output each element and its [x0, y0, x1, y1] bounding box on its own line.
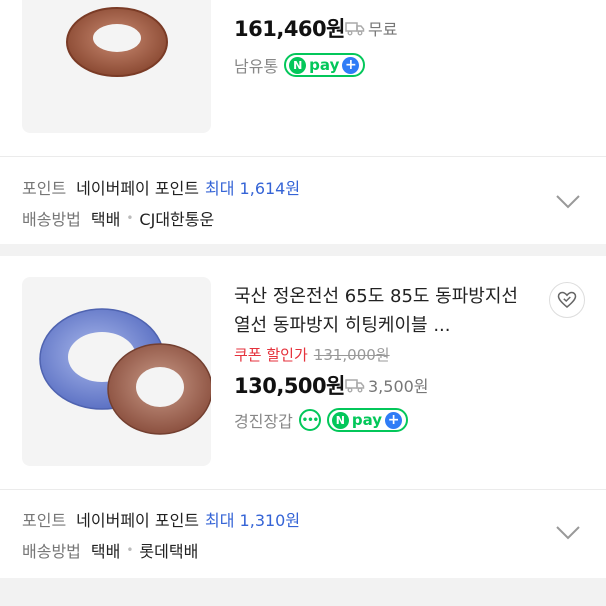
- points-row: 포인트 네이버페이 포인트 최대 1,614원: [22, 179, 301, 198]
- product-title[interactable]: 국산 정온전선 65도 85도 동파방지선 열선 동파방지 히팅케이블 ...: [234, 282, 534, 340]
- product-price: 130,500원: [234, 374, 345, 398]
- product-image[interactable]: [22, 277, 211, 466]
- plus-icon: +: [342, 56, 360, 74]
- seller-name[interactable]: 경진장갑: [234, 408, 293, 432]
- coupon-price-row: 쿠폰 할인가 131,000원: [234, 346, 390, 364]
- truck-icon: [345, 379, 365, 393]
- product-price: 161,460원: [234, 17, 345, 41]
- shipping-fee: 3,500원: [345, 373, 429, 397]
- seller-row: 경진장갑 ••• N pay +: [234, 408, 409, 432]
- npay-badge: N pay +: [326, 408, 409, 432]
- chevron-down-icon[interactable]: [555, 194, 581, 210]
- zzim-button[interactable]: [549, 282, 585, 318]
- chevron-down-icon[interactable]: [555, 525, 581, 541]
- delivery-row: 배송방법 택배 • CJ대한통운: [22, 210, 215, 229]
- seller-name[interactable]: 남유통: [234, 53, 278, 77]
- naver-n-icon: N: [331, 411, 349, 429]
- seller-row: 남유통 N pay +: [234, 53, 366, 77]
- npay-badge: N pay +: [284, 53, 366, 77]
- heart-check-icon: [557, 291, 577, 308]
- shipping-fee: 무료: [345, 16, 397, 40]
- truck-icon: [345, 22, 365, 36]
- naver-n-icon: N: [289, 56, 307, 74]
- plus-icon: +: [385, 411, 403, 429]
- points-row: 포인트 네이버페이 포인트 최대 1,310원: [22, 511, 301, 530]
- product-image[interactable]: [22, 0, 211, 133]
- delivery-row: 배송방법 택배 • 롯데택배: [22, 542, 199, 561]
- talk-icon[interactable]: •••: [298, 409, 321, 431]
